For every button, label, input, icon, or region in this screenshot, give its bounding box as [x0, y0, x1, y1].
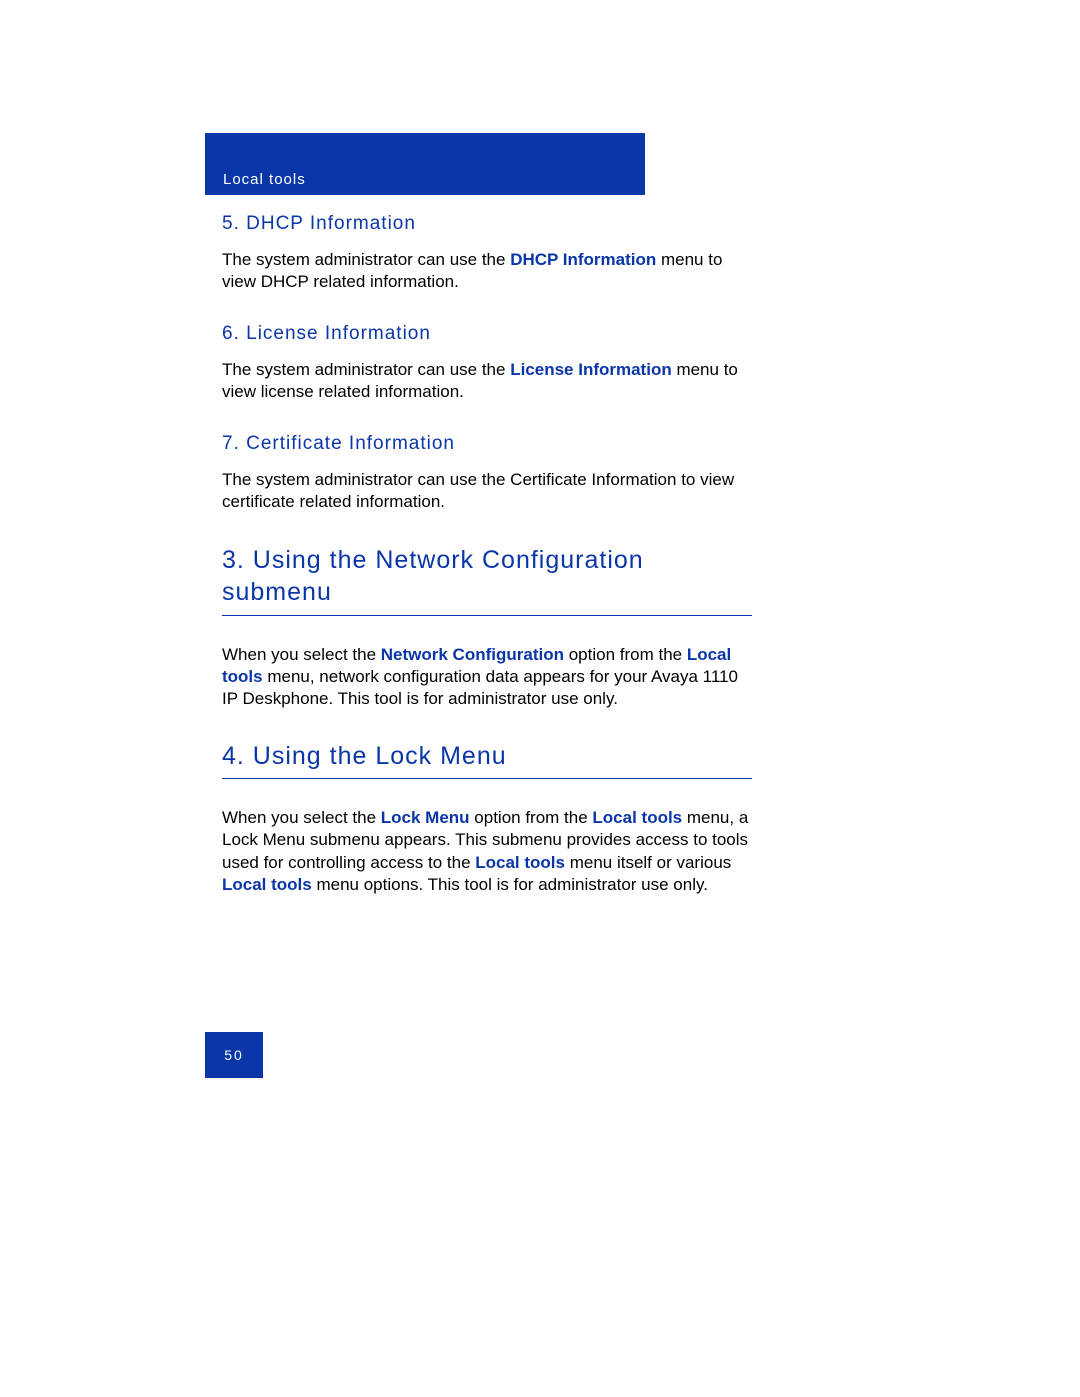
bold-term: Local tools: [222, 875, 312, 894]
bold-term: License Information: [510, 360, 672, 379]
text: The system administrator can use the: [222, 360, 510, 379]
page-content: 5. DHCP Information The system administr…: [222, 213, 752, 926]
text: menu itself or various: [565, 853, 731, 872]
bold-term: Local tools: [475, 853, 565, 872]
subheading-license: 6. License Information: [222, 323, 752, 345]
bold-term: Lock Menu: [381, 808, 470, 827]
paragraph-dhcp: The system administrator can use the DHC…: [222, 249, 752, 293]
bold-term: Network Configuration: [381, 645, 564, 664]
subheading-dhcp: 5. DHCP Information: [222, 213, 752, 235]
page-number: 50: [224, 1047, 244, 1063]
paragraph-network-config: When you select the Network Configuratio…: [222, 644, 752, 710]
text: The system administrator can use the: [222, 250, 510, 269]
text: option from the: [470, 808, 593, 827]
bold-term: DHCP Information: [510, 250, 656, 269]
paragraph-certificate: The system administrator can use the Cer…: [222, 469, 752, 513]
header-bar: Local tools: [205, 133, 645, 195]
header-label: Local tools: [223, 171, 306, 188]
heading-lock-menu: 4. Using the Lock Menu: [222, 740, 752, 780]
subheading-certificate: 7. Certificate Information: [222, 433, 752, 455]
heading-network-config: 3. Using the Network Configuration subme…: [222, 544, 752, 616]
text: menu options. This tool is for administr…: [312, 875, 708, 894]
text: When you select the: [222, 645, 381, 664]
bold-term: Local tools: [592, 808, 682, 827]
text: menu, network configuration data appears…: [222, 667, 738, 708]
text: When you select the: [222, 808, 381, 827]
page-number-box: 50: [205, 1032, 263, 1078]
text: option from the: [564, 645, 687, 664]
paragraph-lock-menu: When you select the Lock Menu option fro…: [222, 807, 752, 895]
paragraph-license: The system administrator can use the Lic…: [222, 359, 752, 403]
